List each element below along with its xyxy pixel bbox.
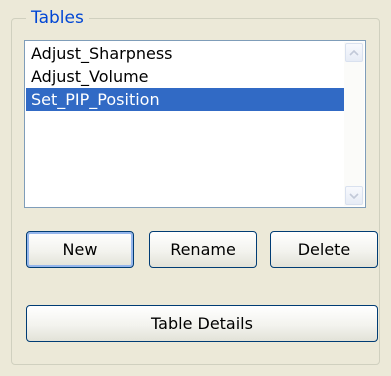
tables-list-items: Adjust_Sharpness Adjust_Volume Set_PIP_P…	[26, 42, 346, 111]
chevron-down-icon	[349, 192, 359, 199]
scroll-up-button[interactable]	[345, 43, 363, 62]
tables-listbox[interactable]: Adjust_Sharpness Adjust_Volume Set_PIP_P…	[24, 40, 366, 208]
list-item-selected[interactable]: Set_PIP_Position	[26, 88, 346, 111]
list-item[interactable]: Adjust_Volume	[26, 65, 346, 88]
rename-button[interactable]: Rename	[149, 231, 257, 268]
chevron-up-icon	[349, 49, 359, 56]
vertical-scrollbar[interactable]	[344, 42, 364, 206]
delete-button[interactable]: Delete	[270, 231, 378, 268]
new-button[interactable]: New	[26, 231, 134, 268]
table-details-button[interactable]: Table Details	[26, 305, 378, 342]
list-item[interactable]: Adjust_Sharpness	[26, 42, 346, 65]
tables-groupbox-title: Tables	[26, 7, 89, 29]
scroll-down-button[interactable]	[345, 186, 363, 205]
